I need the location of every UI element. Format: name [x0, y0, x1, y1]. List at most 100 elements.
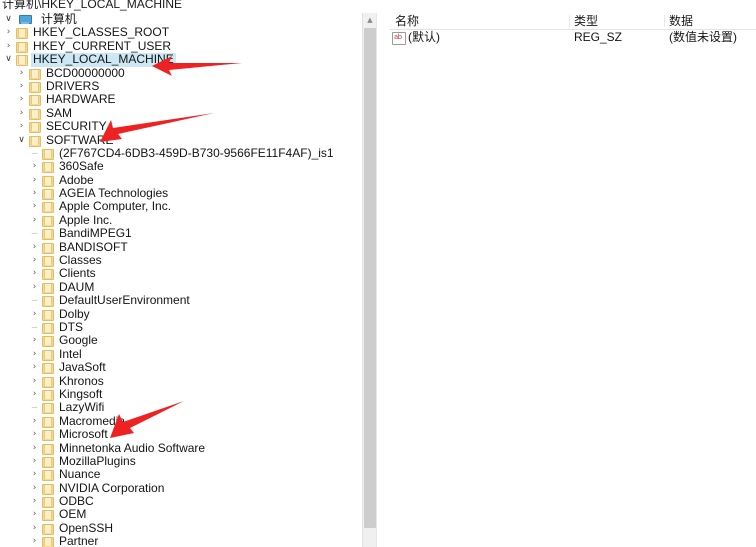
folder-icon	[41, 496, 54, 509]
tree-item-label: SECURITY	[46, 119, 107, 134]
value-row[interactable]: ab (默认) REG_SZ (数值未设置)	[389, 30, 756, 45]
chevron-right-icon[interactable]: ›	[28, 160, 41, 173]
tree-item-label: HKEY_CLASSES_ROOT	[33, 25, 170, 40]
tree-item[interactable]: › Intel	[0, 347, 362, 361]
chevron-right-icon[interactable]: ›	[15, 80, 28, 93]
chevron-right-icon[interactable]: ›	[28, 455, 41, 468]
chevron-right-icon[interactable]: ›	[28, 241, 41, 254]
tree-item[interactable]: › 360Safe	[0, 159, 362, 174]
tree-item[interactable]: – LazyWifi	[0, 400, 362, 415]
tree-item[interactable]: › Clients	[0, 267, 362, 281]
scroll-up-icon[interactable]: ▲	[363, 13, 376, 27]
tree-item[interactable]: › Nuance	[0, 467, 362, 482]
address-bar[interactable]: 计算机\HKEY_LOCAL_MACHINE	[0, 0, 756, 14]
chevron-right-icon[interactable]: ›	[2, 26, 15, 39]
tree-item[interactable]: › Apple Inc.	[0, 213, 362, 227]
tree-item[interactable]: › Partner	[0, 534, 362, 547]
chevron-right-icon[interactable]: ›	[28, 415, 41, 428]
chevron-right-icon[interactable]: ›	[28, 267, 41, 280]
tree-item[interactable]: › Adobe	[0, 173, 362, 187]
registry-key-tree[interactable]: ∨ 计算机 › HKEY_CLASSES_ROOT › HKEY_CURRENT_US…	[0, 13, 362, 547]
tree-item-label: Classes	[59, 253, 102, 268]
chevron-right-icon[interactable]: ›	[28, 442, 41, 455]
tree-item[interactable]: › OpenSSH	[0, 521, 362, 535]
chevron-right-icon[interactable]: ›	[28, 174, 41, 187]
chevron-right-icon[interactable]: ›	[28, 348, 41, 361]
folder-icon	[28, 135, 41, 147]
tree-item[interactable]: › NVIDIA Corporation	[0, 481, 362, 495]
chevron-right-icon[interactable]: ›	[28, 200, 41, 213]
tree-item[interactable]: › Dolby	[0, 307, 362, 321]
chevron-down-icon[interactable]: ∨	[2, 13, 15, 26]
chevron-down-icon[interactable]: ∨	[15, 134, 28, 147]
chevron-right-icon[interactable]: ›	[15, 93, 28, 106]
chevron-right-icon[interactable]: ›	[28, 495, 41, 508]
chevron-right-icon[interactable]: ›	[15, 107, 28, 120]
chevron-right-icon[interactable]: ›	[28, 308, 41, 321]
tree-vertical-scrollbar[interactable]: ▲	[362, 13, 376, 547]
tree-item[interactable]: – (2F767CD4-6DB3-459D-B730-9566FE11F4AF)_…	[0, 146, 362, 160]
tree-item[interactable]: › Apple Computer, Inc.	[0, 200, 362, 214]
tree-item[interactable]: – DefaultUserEnvironment	[0, 293, 362, 308]
tree-item[interactable]: › OEM	[0, 508, 362, 522]
tree-item[interactable]: › Khronos	[0, 374, 362, 388]
tree-item[interactable]: › Kingsoft	[0, 387, 362, 401]
tree-item[interactable]: › Microsoft	[0, 427, 362, 442]
chevron-right-icon[interactable]: ›	[15, 67, 28, 80]
chevron-right-icon[interactable]: ›	[28, 375, 41, 388]
folder-icon	[41, 483, 54, 495]
tree-item[interactable]: › HARDWARE	[0, 92, 362, 107]
chevron-right-icon[interactable]: ›	[28, 428, 41, 441]
column-divider[interactable]	[569, 15, 570, 27]
chevron-down-icon[interactable]: ∨	[2, 53, 15, 66]
tree-item[interactable]: › ODBC	[0, 494, 362, 509]
value-list-header[interactable]: 名称 类型 数据	[389, 13, 756, 30]
chevron-right-icon[interactable]: ›	[28, 361, 41, 374]
chevron-right-icon[interactable]: ›	[28, 508, 41, 521]
tree-item[interactable]: › Minnetonka Audio Software	[0, 441, 362, 455]
scrollbar-thumb[interactable]	[364, 28, 376, 528]
column-divider[interactable]	[664, 15, 665, 27]
tree-item[interactable]: › HKEY_CLASSES_ROOT	[0, 25, 362, 40]
column-header-type[interactable]: 类型	[574, 14, 598, 28]
chevron-right-icon[interactable]: ›	[28, 482, 41, 495]
scroll-down-icon[interactable]	[363, 533, 376, 547]
tree-item[interactable]: › JavaSoft	[0, 360, 362, 375]
chevron-right-icon[interactable]: ›	[28, 535, 41, 547]
tree-item[interactable]: – BandiMPEG1	[0, 226, 362, 241]
chevron-right-icon[interactable]: ›	[28, 522, 41, 535]
tree-item[interactable]: ∨ SOFTWARE	[0, 133, 362, 147]
tree-item[interactable]: – DTS	[0, 320, 362, 334]
tree-item[interactable]: › Google	[0, 333, 362, 348]
tree-item-label: JavaSoft	[59, 360, 106, 375]
chevron-right-icon[interactable]: ›	[28, 281, 41, 294]
tree-item[interactable]: ∨ HKEY_LOCAL_MACHINE	[0, 52, 362, 67]
tree-item[interactable]: › BANDISOFT	[0, 240, 362, 254]
chevron-right-icon[interactable]: ›	[28, 214, 41, 227]
tree-item[interactable]: › Macromedia	[0, 414, 362, 428]
computer-icon	[18, 14, 33, 25]
chevron-right-icon[interactable]: ›	[2, 40, 15, 53]
chevron-right-icon[interactable]: ›	[28, 388, 41, 401]
chevron-right-icon[interactable]: ›	[28, 187, 41, 200]
chevron-right-icon[interactable]: ›	[28, 468, 41, 481]
tree-item[interactable]: › MozillaPlugins	[0, 454, 362, 468]
tree-item[interactable]: › AGEIA Technologies	[0, 186, 362, 201]
tree-item[interactable]: › DRIVERS	[0, 79, 362, 93]
tree-item[interactable]: › SAM	[0, 106, 362, 120]
tree-item[interactable]: › Classes	[0, 253, 362, 268]
chevron-right-icon[interactable]: ›	[28, 254, 41, 267]
tree-item[interactable]: › BCD00000000	[0, 66, 362, 80]
value-cell-type: REG_SZ	[574, 30, 623, 44]
tree-item-computer[interactable]: ∨ 计算机	[0, 13, 362, 26]
column-header-data[interactable]: 数据	[669, 14, 693, 28]
tree-item[interactable]: › HKEY_CURRENT_USER	[0, 39, 362, 53]
tree-item[interactable]: › DAUM	[0, 280, 362, 294]
chevron-right-icon[interactable]: ›	[28, 334, 41, 347]
tree-item[interactable]: › SECURITY	[0, 119, 362, 134]
tree-leaf-connector: –	[31, 321, 38, 333]
folder-icon	[41, 362, 54, 375]
folder-icon	[41, 282, 54, 294]
column-header-name[interactable]: 名称	[395, 14, 419, 28]
chevron-right-icon[interactable]: ›	[15, 120, 28, 133]
